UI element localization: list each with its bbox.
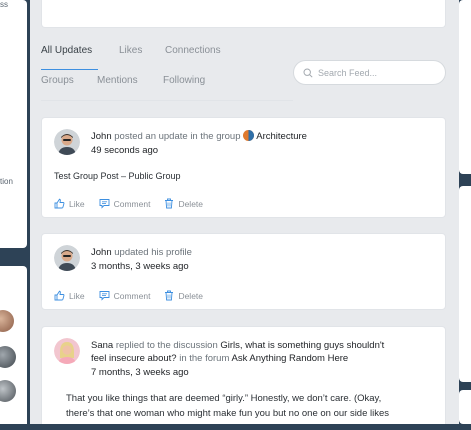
activity-content: Test Group Post – Public Group — [54, 171, 181, 181]
activity-card: John posted an update in the group Archi… — [41, 117, 446, 218]
search-feed-box[interactable] — [293, 60, 446, 85]
like-button[interactable]: Like — [54, 198, 85, 209]
reply-line: That you like things that are deemed “gi… — [66, 393, 382, 404]
like-label: Like — [69, 290, 85, 301]
member-avatar[interactable] — [0, 346, 16, 368]
right-widget-panel — [459, 390, 471, 424]
left-members-panel — [0, 266, 27, 426]
activity-timestamp[interactable]: 3 months, 3 weeks ago — [91, 261, 189, 272]
activity-action-text: posted an update in the group — [111, 131, 244, 142]
trash-icon — [165, 290, 174, 301]
avatar[interactable] — [54, 129, 80, 155]
activity-header: John posted an update in the group Archi… — [91, 130, 307, 143]
window-frame-bottom — [0, 424, 471, 430]
reply-line: there’s that one woman who might make fu… — [66, 408, 390, 419]
activity-user-link[interactable]: John — [91, 131, 112, 142]
tab-likes[interactable]: Likes — [119, 45, 142, 56]
like-button[interactable]: Like — [54, 290, 85, 301]
thumbs-up-icon — [54, 290, 65, 301]
activity-header: Sana replied to the discussion Girls, wh… — [91, 339, 384, 352]
left-widget-text: tion — [0, 177, 13, 186]
active-tab-indicator — [41, 69, 98, 70]
activity-action-text: updated his profile — [111, 247, 192, 258]
delete-label: Delete — [178, 198, 204, 209]
activity-card: Sana replied to the discussion Girls, wh… — [41, 326, 446, 430]
right-widget-panel — [459, 186, 471, 382]
tabs-divider — [41, 100, 293, 101]
trash-icon — [165, 198, 174, 209]
tab-mentions[interactable]: Mentions — [97, 75, 138, 86]
activity-discussion-link[interactable]: Girls, what is something guys shouldn't — [220, 340, 384, 351]
search-feed-input[interactable] — [318, 67, 438, 78]
avatar[interactable] — [54, 338, 80, 364]
member-avatar[interactable] — [0, 310, 14, 332]
activity-forum-link[interactable]: Ask Anything Random Here — [231, 353, 348, 364]
group-avatar-icon — [243, 130, 255, 141]
activity-header-cont: feel insecure about? in the forum Ask An… — [91, 352, 348, 365]
activity-group-link[interactable]: Architecture — [256, 131, 307, 142]
tab-following[interactable]: Following — [163, 75, 205, 86]
activity-in-forum-text: in the forum — [176, 353, 232, 364]
user-avatar-image — [54, 245, 80, 271]
activity-discussion-link-cont[interactable]: feel insecure about? — [91, 353, 177, 364]
comment-icon — [99, 199, 110, 209]
search-icon — [303, 67, 313, 78]
comment-icon — [99, 291, 110, 301]
tab-connections[interactable]: Connections — [165, 45, 221, 56]
user-avatar-image — [54, 338, 80, 364]
tab-all-updates[interactable]: All Updates — [41, 45, 92, 56]
delete-button[interactable]: Delete — [164, 198, 203, 209]
activity-user-link[interactable]: John — [91, 247, 112, 258]
avatar[interactable] — [54, 245, 80, 271]
activity-card: John updated his profile 3 months, 3 wee… — [41, 233, 446, 310]
whats-new-card — [41, 0, 446, 28]
activity-actions: Like Comment Delete — [54, 290, 203, 301]
activity-reply-content: That you like things that are deemed “gi… — [66, 391, 446, 421]
activity-timestamp[interactable]: 49 seconds ago — [91, 145, 158, 156]
comment-button[interactable]: Comment — [99, 198, 151, 209]
comment-label: Comment — [113, 198, 151, 209]
delete-button[interactable]: Delete — [164, 290, 203, 301]
activity-user-link[interactable]: Sana — [91, 340, 113, 351]
user-avatar-image — [54, 129, 80, 155]
activity-timestamp[interactable]: 7 months, 3 weeks ago — [91, 367, 189, 378]
member-avatar[interactable] — [0, 380, 16, 402]
left-widget-text: ss — [0, 0, 8, 9]
activity-header: John updated his profile — [91, 246, 192, 259]
like-label: Like — [69, 198, 85, 209]
comment-label: Comment — [113, 290, 151, 301]
left-widget-panel: ss tion — [0, 0, 27, 248]
thumbs-up-icon — [54, 198, 65, 209]
tab-groups[interactable]: Groups — [41, 75, 74, 86]
right-widget-panel — [459, 0, 471, 174]
delete-label: Delete — [178, 290, 204, 301]
activity-action-text: replied to the discussion — [113, 340, 221, 351]
activity-actions: Like Comment Delete — [54, 198, 203, 209]
comment-button[interactable]: Comment — [99, 290, 151, 301]
